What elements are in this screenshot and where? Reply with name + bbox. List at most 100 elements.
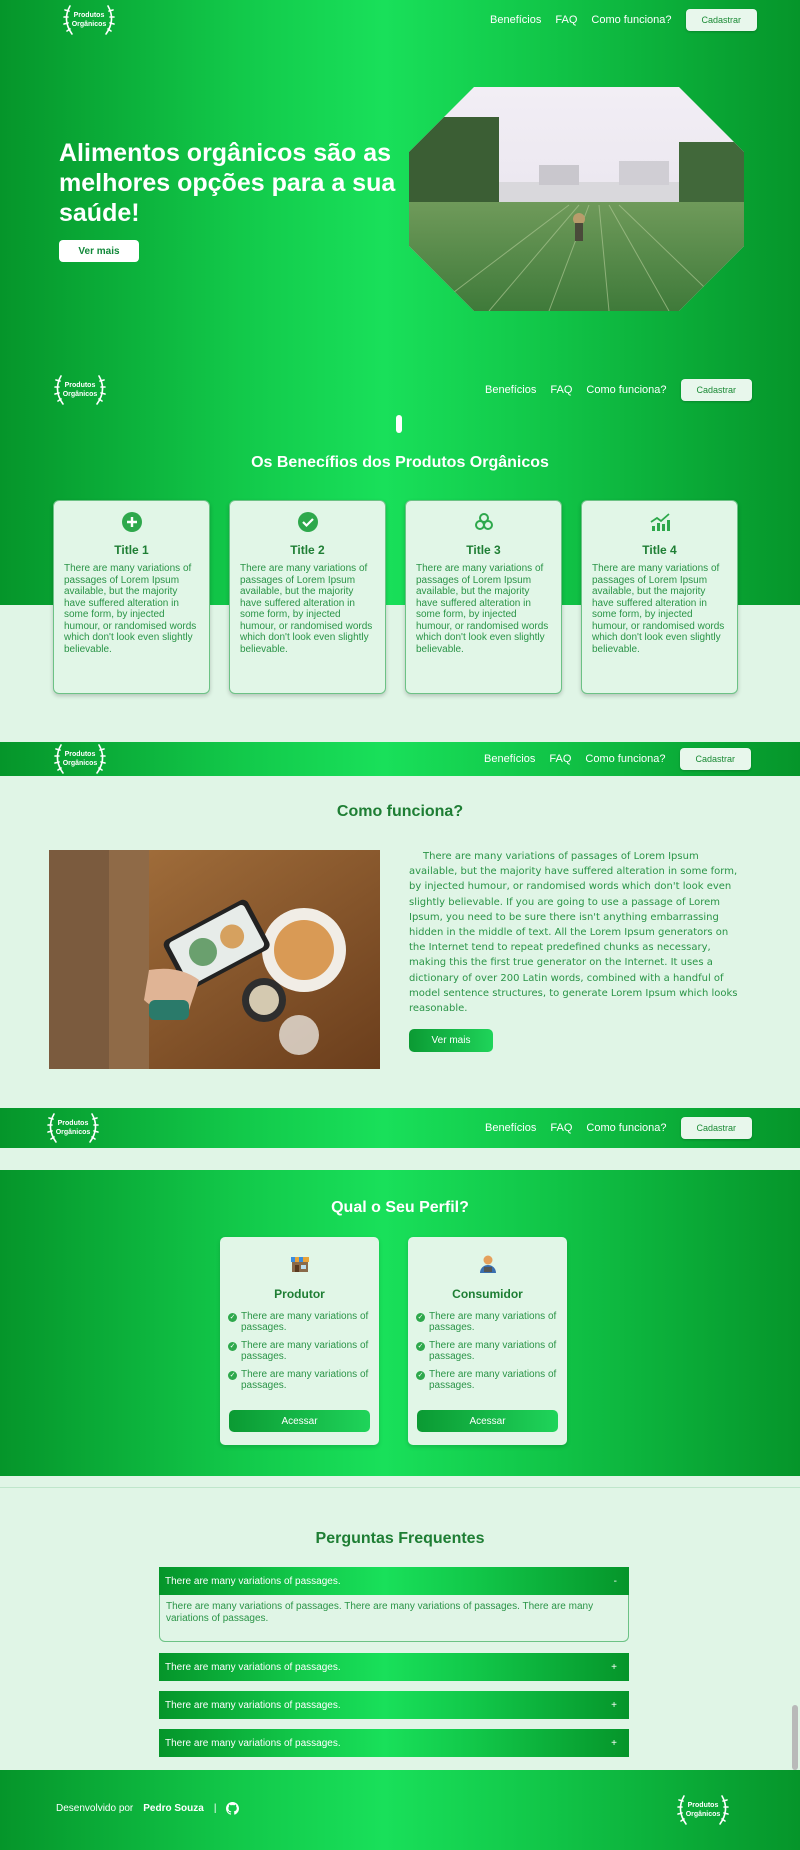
benefit-card-title: Title 3 <box>466 543 501 557</box>
profile-card-title: Consumidor <box>452 1287 523 1301</box>
top-nav: Benefícios FAQ Como funciona? Cadastrar <box>485 1116 753 1140</box>
nav-link-como-funciona[interactable]: Como funciona? <box>591 14 671 26</box>
benefit-card: Title 4 There are many variations of pas… <box>581 500 738 694</box>
how-title: Como funciona? <box>336 803 464 820</box>
acessar-button[interactable]: Acessar <box>417 1410 558 1432</box>
plus-circle-icon <box>121 512 142 532</box>
logo[interactable]: Produtos Orgânicos <box>51 741 109 777</box>
check-icon: ✓ <box>228 1371 237 1380</box>
footer-logo[interactable]: Produtos Orgânicos <box>674 1792 732 1828</box>
signup-button[interactable]: Cadastrar <box>680 1117 753 1139</box>
scrollbar-thumb[interactable] <box>792 1705 798 1770</box>
top-nav: Benefícios FAQ Como funciona? Cadastrar <box>484 747 752 771</box>
signup-button[interactable]: Cadastrar <box>680 379 753 401</box>
check-icon: ✓ <box>228 1313 237 1322</box>
signup-button[interactable]: Cadastrar <box>679 748 752 770</box>
nav-link-beneficios[interactable]: Benefícios <box>485 384 536 396</box>
logo[interactable]: Produtos Orgânicos <box>44 1110 102 1146</box>
benefit-card-text: There are many variations of passages of… <box>416 563 549 655</box>
logo[interactable]: Produtos Orgânicos <box>60 2 118 38</box>
faq-question[interactable]: There are many variations of passages. + <box>159 1653 629 1681</box>
check-icon: ✓ <box>416 1313 425 1322</box>
divider <box>0 1487 800 1488</box>
benefit-card: Title 2 There are many variations of pas… <box>229 500 386 694</box>
expand-icon[interactable]: + <box>611 1700 617 1711</box>
logo-text: Produtos Orgânicos <box>62 382 98 398</box>
list-item: ✓ There are many variations of passages. <box>228 1340 379 1362</box>
nav-link-faq[interactable]: FAQ <box>549 753 571 765</box>
nav-link-beneficios[interactable]: Benefícios <box>484 753 535 765</box>
nav-link-como-funciona[interactable]: Como funciona? <box>586 1122 666 1134</box>
nav-link-beneficios[interactable]: Benefícios <box>485 1122 536 1134</box>
profile-card-produtor: Produtor ✓ There are many variations of p… <box>220 1237 379 1445</box>
benefits-nav: Produtos Orgânicos Benefícios FAQ Como f… <box>0 370 800 410</box>
profile-title: Qual o Seu Perfil? <box>331 1199 469 1216</box>
benefit-card-text: There are many variations of passages of… <box>240 563 373 655</box>
profile-card-consumidor: Consumidor ✓ There are many variations of… <box>408 1237 567 1445</box>
top-nav: Benefícios FAQ Como funciona? Cadastrar <box>485 378 753 402</box>
hero-title: Alimentos orgânicos são as melhores opçõ… <box>59 139 396 227</box>
list-item: ✓ There are many variations of passages. <box>416 1340 567 1362</box>
faq-question-text: There are many variations of passages. <box>165 1699 341 1711</box>
benefit-card: Title 1 There are many variations of pas… <box>53 500 210 694</box>
list-item-text: There are many variations of passages. <box>429 1369 557 1391</box>
faq-question-text: There are many variations of passages. <box>165 1737 341 1749</box>
list-item-text: There are many variations of passages. <box>241 1369 369 1391</box>
list-item: ✓ There are many variations of passages. <box>416 1311 567 1333</box>
how-nav: Produtos Orgânicos Benefícios FAQ Como f… <box>0 742 800 776</box>
benefit-card: Title 3 There are many variations of pas… <box>405 500 562 694</box>
footer-dev-name[interactable]: Pedro Souza <box>143 1803 204 1814</box>
list-item: ✓ There are many variations of passages. <box>228 1311 379 1333</box>
nav-link-como-funciona[interactable]: Como funciona? <box>586 384 666 396</box>
footer-dev-label: Desenvolvido por <box>56 1803 134 1814</box>
market-stall-icon <box>291 1257 309 1272</box>
top-nav: Benefícios FAQ Como funciona? Cadastrar <box>490 9 758 31</box>
check-icon: ✓ <box>416 1371 425 1380</box>
check-circle-icon <box>297 512 318 532</box>
nav-link-beneficios[interactable]: Benefícios <box>490 14 541 26</box>
scroll-indicator <box>396 415 402 433</box>
hero-ver-mais-button[interactable]: Ver mais <box>59 240 139 262</box>
nav-link-como-funciona[interactable]: Como funciona? <box>585 753 665 765</box>
benefit-card-title: Title 4 <box>642 543 677 557</box>
benefit-card-text: There are many variations of passages of… <box>64 563 197 655</box>
faq-question[interactable]: There are many variations of passages. + <box>159 1729 629 1757</box>
list-item: ✓ There are many variations of passages. <box>416 1369 567 1391</box>
expand-icon[interactable]: + <box>611 1738 617 1749</box>
chart-growth-icon <box>650 513 670 531</box>
check-icon: ✓ <box>416 1342 425 1351</box>
faq-answer-text: There are many variations of passages. T… <box>166 1601 594 1624</box>
faq-title: Perguntas Frequentes <box>315 1530 485 1547</box>
github-icon[interactable] <box>226 1802 240 1815</box>
benefit-card-title: Title 2 <box>290 543 325 557</box>
logo-text: Produtos Orgânicos <box>71 12 107 28</box>
logo-text: Produtos Orgânicos <box>55 1120 91 1136</box>
benefits-title: Os Benecífios dos Produtos Orgânicos <box>251 454 549 471</box>
faq-question[interactable]: There are many variations of passages. - <box>159 1567 629 1595</box>
benefit-card-text: There are many variations of passages of… <box>592 563 725 655</box>
faq-question-text: There are many variations of passages. <box>165 1575 341 1587</box>
logo[interactable]: Produtos Orgânicos <box>51 372 109 408</box>
signup-button[interactable]: Cadastrar <box>685 9 758 31</box>
how-paragraph: There are many variations of passages of… <box>409 851 738 1015</box>
how-ver-mais-button[interactable]: Ver mais <box>409 1029 493 1052</box>
faq-question-text: There are many variations of passages. <box>165 1661 341 1673</box>
footer-separator: | <box>213 1803 217 1814</box>
collapse-icon[interactable]: - <box>614 1576 617 1587</box>
benefit-card-title: Title 1 <box>114 543 149 557</box>
acessar-button[interactable]: Acessar <box>229 1410 370 1432</box>
faq-answer: There are many variations of passages. T… <box>159 1595 629 1642</box>
list-item-text: There are many variations of passages. <box>241 1340 369 1362</box>
expand-icon[interactable]: + <box>611 1662 617 1673</box>
nav-link-faq[interactable]: FAQ <box>555 14 577 26</box>
profile-card-title: Produtor <box>274 1287 325 1301</box>
person-icon <box>480 1255 496 1273</box>
check-icon: ✓ <box>228 1342 237 1351</box>
footer: Desenvolvido por Pedro Souza | Produtos … <box>0 1770 800 1850</box>
nav-link-faq[interactable]: FAQ <box>550 1122 572 1134</box>
profile-nav: Produtos Orgânicos Benefícios FAQ Como f… <box>0 1108 800 1148</box>
faq-question[interactable]: There are many variations of passages. + <box>159 1691 629 1719</box>
food-photo-image <box>49 850 380 1069</box>
rice-field-image <box>409 87 744 311</box>
nav-link-faq[interactable]: FAQ <box>550 384 572 396</box>
